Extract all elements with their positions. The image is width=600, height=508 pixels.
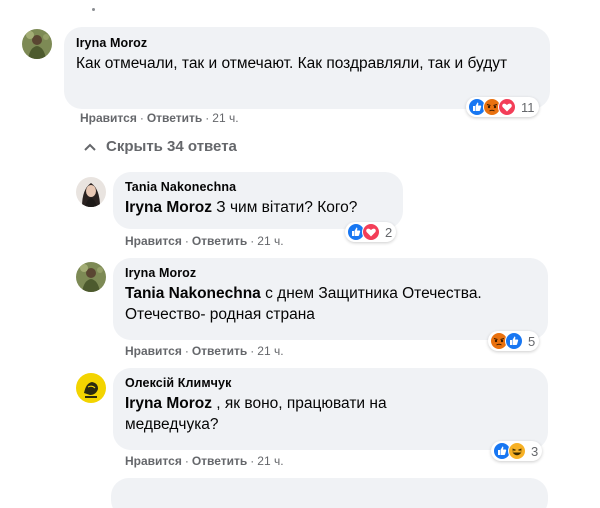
avatar[interactable] [76, 373, 106, 403]
reaction-count: 11 [521, 99, 535, 115]
reactions-summary[interactable]: 11 [466, 97, 539, 117]
chevron-up-icon [84, 143, 96, 151]
reply-timestamp[interactable]: 21 ч. [257, 454, 283, 468]
hide-replies-button[interactable]: Скрыть 34 ответа [84, 138, 237, 155]
love-icon [498, 98, 516, 116]
avatar[interactable] [76, 177, 106, 207]
love-icon [362, 223, 380, 241]
hide-replies-label: Скрыть 34 ответа [106, 138, 237, 155]
avatar[interactable] [76, 262, 106, 292]
reply-actions: Нравится · Ответить · 21 ч. [125, 454, 284, 468]
reply-text: З чим вітати? Кого? [211, 199, 358, 216]
reply-button[interactable]: Ответить [147, 111, 202, 125]
reply-button[interactable]: Ответить [192, 454, 247, 468]
avatar[interactable] [22, 29, 52, 59]
reply-actions: Нравится · Ответить · 21 ч. [125, 344, 284, 358]
comment-timestamp[interactable]: 21 ч. [212, 111, 238, 125]
avatar-photo-icon [76, 262, 106, 292]
reply-button[interactable]: Ответить [192, 234, 247, 248]
avatar-photo-icon [22, 29, 52, 59]
comments-section: Iryna Moroz Как отмечали, так и отмечают… [0, 0, 600, 508]
reply-timestamp[interactable]: 21 ч. [257, 344, 283, 358]
reply-bubble: Iryna Moroz Tania Nakonechna с днем Защи… [113, 258, 548, 340]
mention-link[interactable]: Iryna Moroz [125, 395, 212, 412]
like-button[interactable]: Нравится [125, 454, 182, 468]
like-icon [505, 332, 523, 350]
reactions-summary[interactable]: 3 [491, 441, 543, 461]
avatar-photo-icon [76, 373, 106, 403]
reaction-count: 3 [531, 443, 539, 459]
reply-timestamp[interactable]: 21 ч. [257, 234, 283, 248]
avatar-photo-icon [76, 177, 106, 207]
like-button[interactable]: Нравится [125, 234, 182, 248]
comment-text: Как отмечали, так и отмечают. Как поздра… [76, 55, 508, 72]
reply-author[interactable]: Iryna Moroz [125, 266, 536, 280]
reply-bubble: Tania Nakonechna Iryna Moroz З чим вітат… [113, 172, 403, 229]
comment-author[interactable]: Iryna Moroz [76, 36, 538, 50]
reply-actions: Нравится · Ответить · 21 ч. [125, 234, 284, 248]
reply-button[interactable]: Ответить [192, 344, 247, 358]
like-button[interactable]: Нравится [125, 344, 182, 358]
separator-dot [92, 8, 95, 11]
mention-link[interactable]: Tania Nakonechna [125, 285, 261, 302]
haha-icon [508, 442, 526, 460]
reactions-summary[interactable]: 2 [345, 222, 397, 242]
reply-author[interactable]: Олексій Климчук [125, 376, 536, 390]
reaction-count: 2 [385, 224, 393, 240]
reply-bubble: Олексій Климчук Iryna Moroz , як воно, п… [113, 368, 548, 450]
mention-link[interactable]: Iryna Moroz [125, 199, 212, 216]
reaction-count: 5 [528, 333, 536, 349]
next-reply-bubble [111, 478, 548, 508]
comment-actions: Нравится · Ответить · 21 ч. [80, 111, 239, 125]
reply-author[interactable]: Tania Nakonechna [125, 180, 391, 194]
reactions-summary[interactable]: 5 [488, 331, 540, 351]
like-button[interactable]: Нравится [80, 111, 137, 125]
